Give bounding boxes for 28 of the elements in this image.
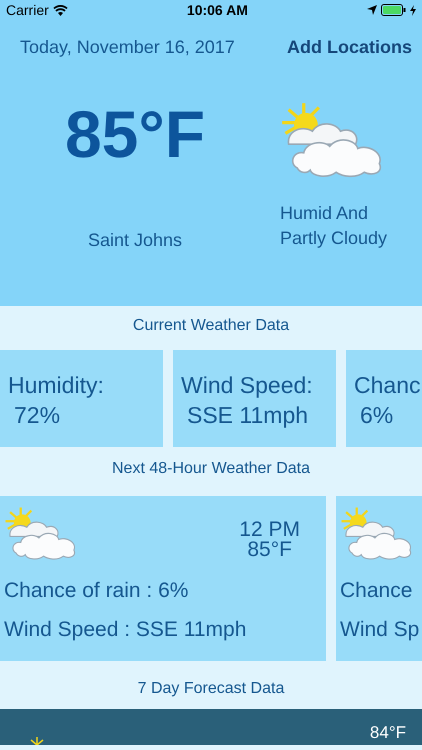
section-heading: Current Weather Data (132, 316, 290, 336)
wind-speed: Wind Speed : SSE 11mph (4, 617, 248, 644)
section-heading: 7 Day Forecast Data (136, 679, 286, 699)
card-value: SSE 11mph (186, 401, 310, 430)
battery-icon (380, 4, 406, 16)
card-value: 72% (13, 401, 62, 430)
carrier-label: Carrier (6, 0, 49, 20)
hour-temperature: 85°F (246, 540, 293, 560)
condition-text: Humid And Partly Cloudy (280, 202, 388, 250)
status-time: 10:06 AM (186, 0, 248, 20)
temperature-reading: 85°F (64, 101, 206, 167)
location-arrow-icon (366, 5, 377, 15)
date-label: Today, November 16, 2017 (20, 36, 235, 59)
rain-chance: Chance of rain : 6% (4, 578, 190, 604)
card-label: Chanc (354, 371, 422, 400)
card-label: Wind Speed: (181, 371, 314, 400)
add-locations-button[interactable]: Add Locations (287, 34, 412, 61)
hour-label: 12 PM (239, 520, 300, 540)
wind-speed: Wind Sp (340, 617, 420, 644)
card-value: 6% (359, 401, 394, 430)
card-label: Humidity: (8, 371, 105, 400)
forecast-temperature: 84°F (370, 723, 406, 743)
charging-icon (410, 4, 416, 16)
section-heading: Next 48-Hour Weather Data (110, 459, 311, 479)
rain-chance: Chance (340, 578, 414, 604)
location-name: Saint Johns (88, 229, 182, 252)
wifi-icon (52, 4, 68, 16)
sun-icon (30, 737, 44, 745)
